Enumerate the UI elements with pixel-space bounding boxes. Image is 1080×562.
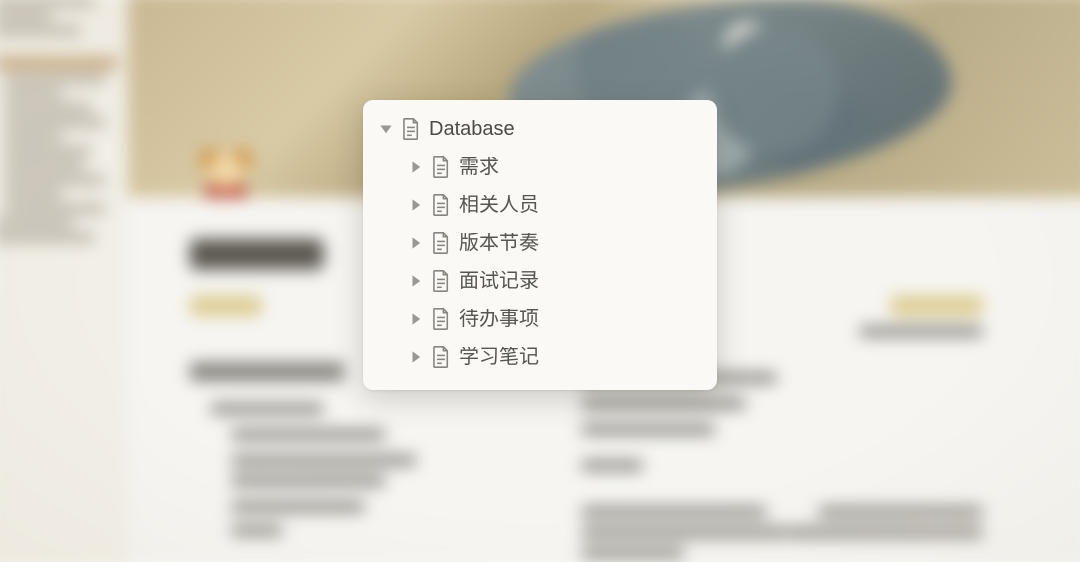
tree-item-child[interactable]: 学习笔记 bbox=[363, 338, 717, 376]
page-icon bbox=[429, 307, 453, 331]
chevron-right-icon[interactable] bbox=[405, 156, 427, 178]
page-icon bbox=[429, 155, 453, 179]
chevron-down-icon[interactable] bbox=[375, 118, 397, 140]
tree-item-label: 需求 bbox=[459, 157, 499, 177]
page-icon bbox=[399, 117, 423, 141]
chevron-right-icon[interactable] bbox=[405, 270, 427, 292]
tree-item-label: 学习笔记 bbox=[459, 347, 539, 367]
page-icon bbox=[429, 269, 453, 293]
tree-item-database[interactable]: Database bbox=[363, 110, 717, 148]
page-icon bbox=[429, 193, 453, 217]
tree-item-label: 待办事项 bbox=[459, 309, 539, 329]
chevron-right-icon[interactable] bbox=[405, 346, 427, 368]
chevron-right-icon[interactable] bbox=[405, 194, 427, 216]
page-emoji-icon bbox=[190, 146, 262, 218]
page-icon bbox=[429, 231, 453, 255]
tree-item-child[interactable]: 待办事项 bbox=[363, 300, 717, 338]
chevron-right-icon[interactable] bbox=[405, 308, 427, 330]
page-tree-popup: Database 需求 bbox=[363, 100, 717, 390]
page-title bbox=[190, 239, 324, 270]
sidebar bbox=[0, 0, 128, 562]
tree-item-child[interactable]: 面试记录 bbox=[363, 262, 717, 300]
tree-item-child[interactable]: 相关人员 bbox=[363, 186, 717, 224]
tree-item-label: Database bbox=[429, 119, 515, 139]
tree-item-label: 版本节奏 bbox=[459, 233, 539, 253]
tree-item-child[interactable]: 需求 bbox=[363, 148, 717, 186]
tree-item-label: 相关人员 bbox=[459, 195, 539, 215]
page-icon bbox=[429, 345, 453, 369]
chevron-right-icon[interactable] bbox=[405, 232, 427, 254]
tree-item-label: 面试记录 bbox=[459, 271, 539, 291]
tree-item-child[interactable]: 版本节奏 bbox=[363, 224, 717, 262]
